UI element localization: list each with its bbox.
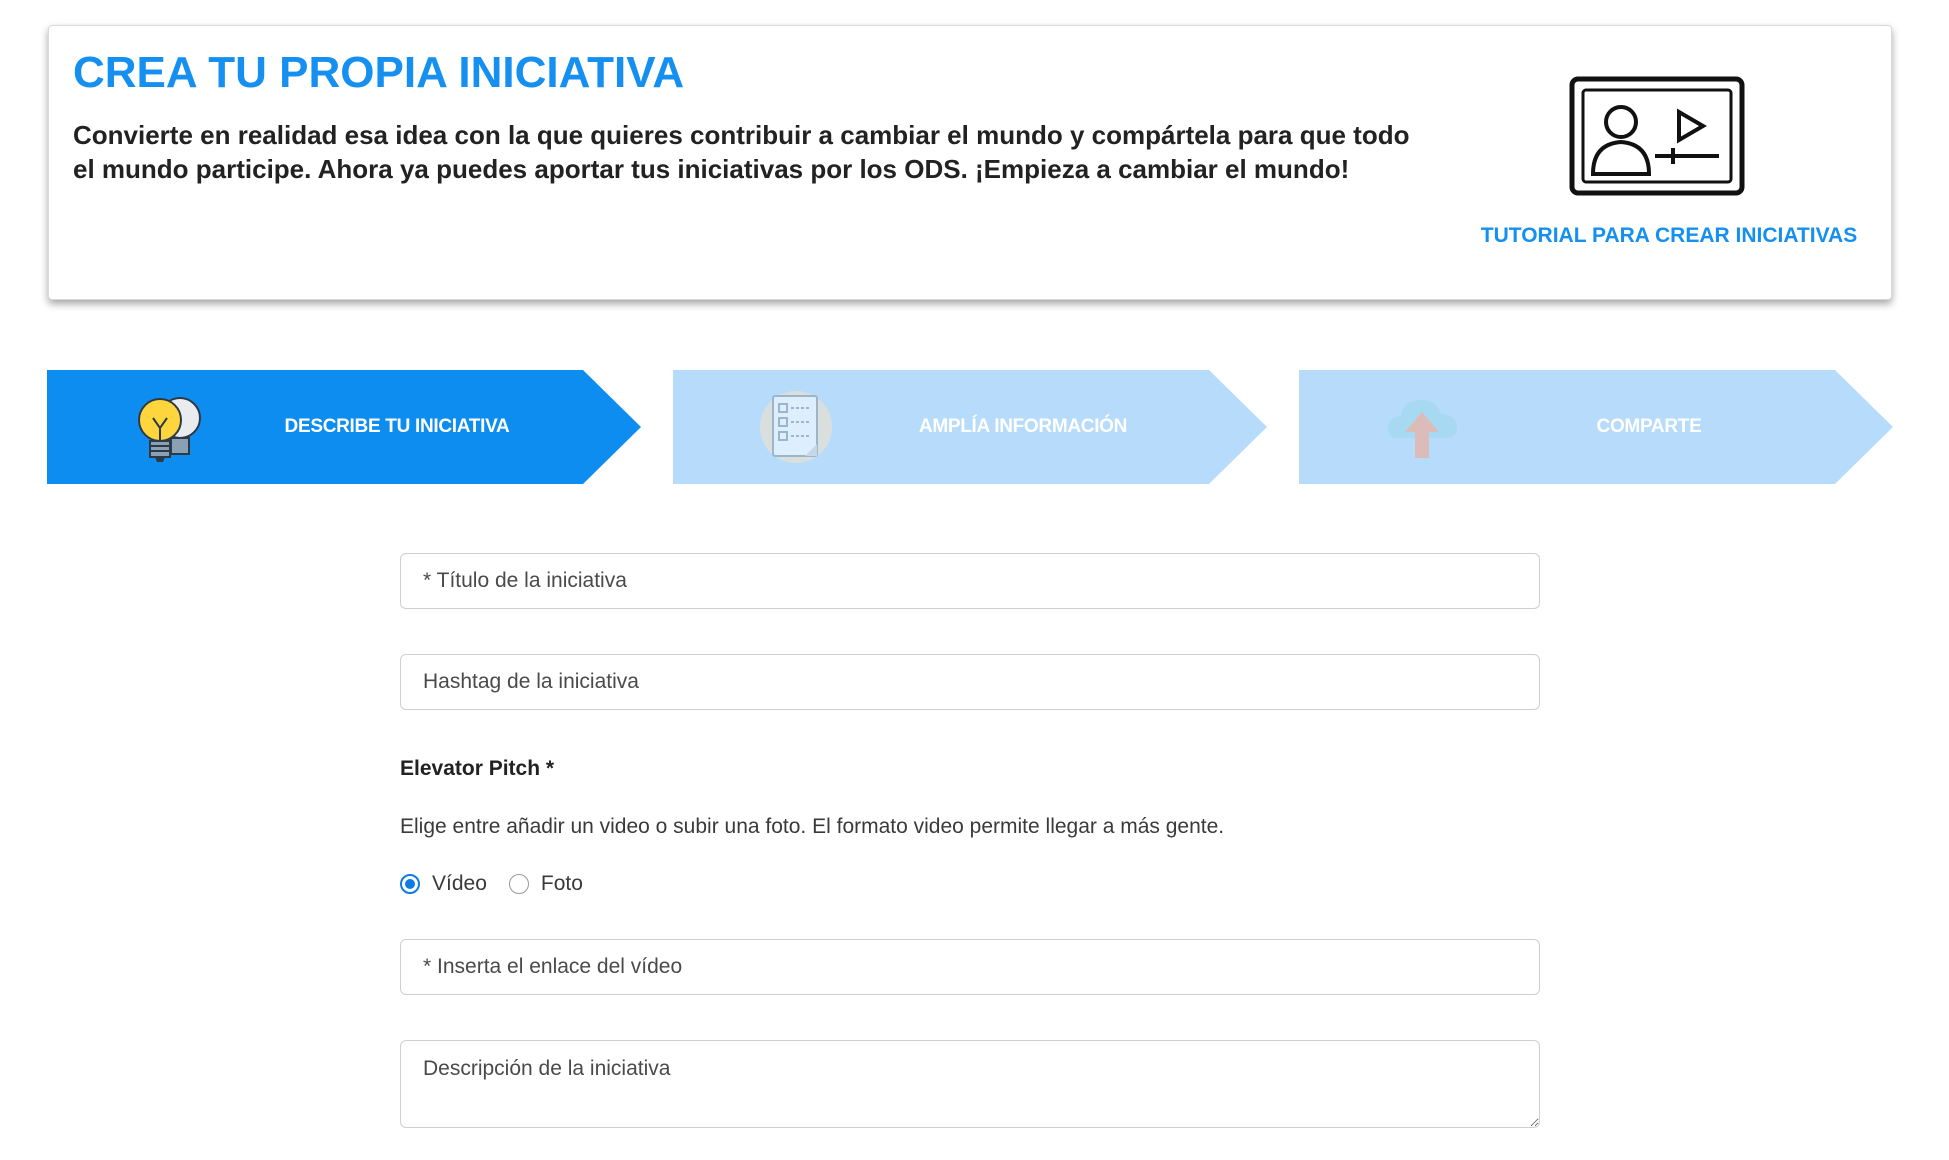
lightbulbs-icon xyxy=(138,397,201,462)
checklist-icon xyxy=(760,391,832,463)
radio-photo[interactable]: Foto xyxy=(508,872,583,896)
step-share[interactable]: COMPARTE xyxy=(1299,370,1893,484)
step-describe[interactable]: DESCRIBE TU INICIATIVA xyxy=(47,370,641,484)
cloud-upload-icon xyxy=(1387,400,1457,458)
hero-description: Convierte en realidad esa idea con la qu… xyxy=(73,120,1410,184)
radio-video[interactable]: Vídeo xyxy=(400,872,487,896)
radio-unchecked-icon[interactable] xyxy=(508,874,529,894)
title-input[interactable] xyxy=(400,553,1540,609)
video-tutorial-icon[interactable] xyxy=(1569,76,1745,196)
elevator-pitch-heading: Elevator Pitch * xyxy=(400,757,555,780)
hashtag-input[interactable] xyxy=(400,654,1540,710)
step-label: AMPLÍA INFORMACIÓN xyxy=(918,416,1128,437)
step-label: DESCRIBE TU INICIATIVA xyxy=(284,416,510,437)
radio-label: Foto xyxy=(540,872,583,895)
hero-panel: CREA TU PROPIA INICIATIVA Convierte en r… xyxy=(48,25,1892,300)
elevator-pitch-help: Elige entre añadir un video o subir una … xyxy=(400,815,1225,838)
radio-checked-icon[interactable] xyxy=(400,874,420,894)
media-type-radio-group: Vídeo Foto xyxy=(400,869,605,899)
progress-steps: DESCRIBE TU INICIATIVA AMPLÍA INFORMACIÓ… xyxy=(47,370,1893,484)
description-textarea[interactable] xyxy=(400,1040,1540,1128)
radio-label: Vídeo xyxy=(432,872,487,895)
video-link-input[interactable] xyxy=(400,939,1540,995)
step-label: COMPARTE xyxy=(1596,416,1702,437)
tutorial-link[interactable]: TUTORIAL PARA CREAR INICIATIVAS xyxy=(1469,224,1869,248)
page-title: CREA TU PROPIA INICIATIVA xyxy=(73,48,685,97)
step-more-info[interactable]: AMPLÍA INFORMACIÓN xyxy=(673,370,1267,484)
